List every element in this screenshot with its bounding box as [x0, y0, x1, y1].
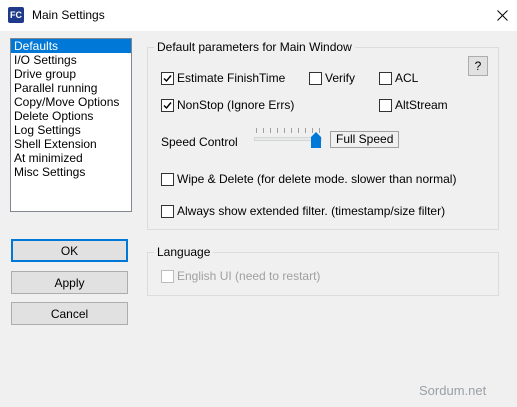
- main-settings-window: FC Main Settings Defaults I/O Settings D…: [0, 0, 517, 407]
- app-icon: FC: [8, 7, 24, 23]
- altstream-label: AltStream: [395, 98, 448, 112]
- nonstop-checkbox[interactable]: NonStop (Ignore Errs): [161, 98, 294, 112]
- speed-control-label: Speed Control: [161, 135, 238, 149]
- verify-box[interactable]: [309, 71, 322, 85]
- close-button[interactable]: [487, 0, 517, 31]
- list-item-defaults[interactable]: Defaults: [11, 39, 131, 53]
- acl-checkbox[interactable]: ACL: [379, 71, 418, 85]
- close-icon: [496, 10, 508, 21]
- list-item-io-settings[interactable]: I/O Settings: [11, 53, 131, 67]
- cancel-button[interactable]: Cancel: [11, 302, 128, 325]
- ok-button[interactable]: OK: [11, 239, 128, 262]
- english-ui-checkbox: English UI (need to restart): [161, 269, 320, 283]
- verify-label: Verify: [325, 71, 356, 85]
- acl-box[interactable]: [379, 71, 392, 85]
- watermark: Sordum.net: [419, 383, 487, 398]
- window-title: Main Settings: [32, 8, 105, 22]
- nonstop-label: NonStop (Ignore Errs): [177, 98, 295, 112]
- english-ui-label: English UI (need to restart): [177, 269, 321, 283]
- language-group-title: Language: [154, 245, 214, 259]
- wipe-delete-checkbox[interactable]: Wipe & Delete (for delete mode. slower t…: [161, 172, 456, 186]
- wipe-delete-box[interactable]: [161, 172, 174, 186]
- altstream-checkbox[interactable]: AltStream: [379, 98, 448, 112]
- acl-label: ACL: [395, 71, 419, 85]
- list-item-at-minimized[interactable]: At minimized: [11, 151, 131, 165]
- checkmark-icon: [163, 101, 172, 109]
- apply-button[interactable]: Apply: [11, 271, 128, 294]
- nonstop-box[interactable]: [161, 98, 174, 112]
- category-list[interactable]: Defaults I/O Settings Drive group Parall…: [10, 38, 132, 212]
- wipe-delete-label: Wipe & Delete (for delete mode. slower t…: [177, 172, 457, 186]
- estimate-finishtime-checkbox[interactable]: Estimate FinishTime: [161, 71, 285, 85]
- main-parameters-group-title: Default parameters for Main Window: [154, 40, 355, 54]
- list-item-misc-settings[interactable]: Misc Settings: [11, 165, 131, 179]
- list-item-shell-extension[interactable]: Shell Extension: [11, 137, 131, 151]
- list-item-delete-options[interactable]: Delete Options: [11, 109, 131, 123]
- extended-filter-box[interactable]: [161, 204, 174, 218]
- english-ui-box: [161, 269, 174, 283]
- speed-control-slider[interactable]: [252, 126, 324, 148]
- title-bar[interactable]: FC Main Settings: [0, 0, 517, 31]
- slider-thumb[interactable]: [311, 132, 321, 148]
- extended-filter-checkbox[interactable]: Always show extended filter. (timestamp/…: [161, 204, 445, 218]
- extended-filter-label: Always show extended filter. (timestamp/…: [177, 204, 446, 218]
- speed-value-display: Full Speed: [330, 131, 399, 148]
- estimate-finishtime-label: Estimate FinishTime: [177, 71, 286, 85]
- verify-checkbox[interactable]: Verify: [309, 71, 355, 85]
- estimate-finishtime-box[interactable]: [161, 71, 174, 85]
- list-item-drive-group[interactable]: Drive group: [11, 67, 131, 81]
- list-item-log-settings[interactable]: Log Settings: [11, 123, 131, 137]
- list-item-parallel-running[interactable]: Parallel running: [11, 81, 131, 95]
- help-button[interactable]: ?: [468, 56, 488, 76]
- list-item-copy-move-options[interactable]: Copy/Move Options: [11, 95, 131, 109]
- checkmark-icon: [163, 74, 172, 82]
- altstream-box[interactable]: [379, 98, 392, 112]
